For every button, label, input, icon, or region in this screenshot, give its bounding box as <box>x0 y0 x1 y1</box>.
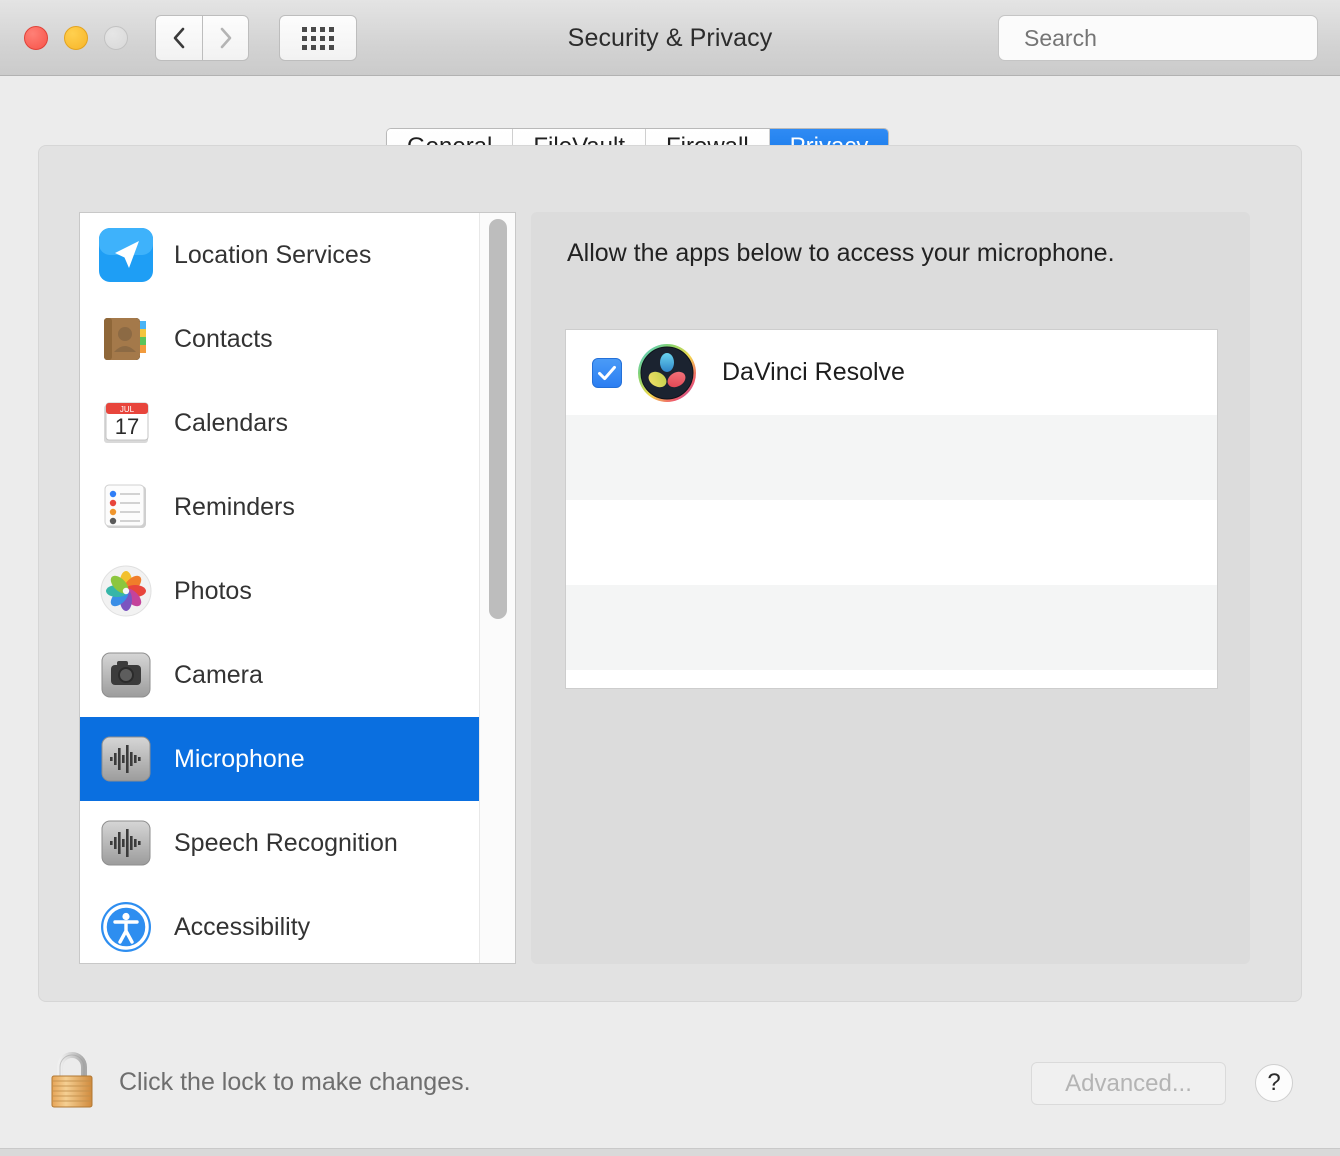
microphone-icon <box>98 731 154 787</box>
reminders-icon <box>98 479 154 535</box>
calendar-day-label: 17 <box>115 414 139 439</box>
sidebar-item-label: Reminders <box>174 492 295 521</box>
sidebar-item-speech-recognition[interactable]: Speech Recognition <box>80 801 515 885</box>
accessibility-icon <box>98 899 154 955</box>
advanced-button[interactable]: Advanced... <box>1031 1062 1226 1105</box>
sidebar-item-accessibility[interactable]: Accessibility <box>80 885 515 963</box>
sidebar-item-location-services[interactable]: Location Services <box>80 213 515 297</box>
sidebar-item-calendars[interactable]: JUL 17 Calendars <box>80 381 515 465</box>
sidebar-scrollbar[interactable] <box>479 213 515 963</box>
window-titlebar: Security & Privacy <box>0 0 1340 76</box>
app-permission-list: DaVinci Resolve <box>565 329 1218 689</box>
sidebar-item-microphone[interactable]: Microphone <box>80 717 515 801</box>
calendar-month-label: JUL <box>120 405 135 414</box>
sidebar-item-label: Photos <box>174 576 252 605</box>
sidebar-scrollbar-thumb[interactable] <box>489 219 507 619</box>
table-row-empty <box>566 670 1217 688</box>
table-row-empty <box>566 415 1217 500</box>
sidebar-item-photos[interactable]: Photos <box>80 549 515 633</box>
location-services-icon <box>98 227 154 283</box>
table-row[interactable]: DaVinci Resolve <box>566 330 1217 415</box>
detail-caption: Allow the apps below to access your micr… <box>567 239 1115 267</box>
sidebar-item-label: Location Services <box>174 240 372 269</box>
sidebar-item-label: Calendars <box>174 408 288 437</box>
sidebar-item-reminders[interactable]: Reminders <box>80 465 515 549</box>
davinci-resolve-icon <box>638 343 696 402</box>
app-permission-checkbox[interactable] <box>592 357 622 388</box>
table-row-empty <box>566 500 1217 585</box>
camera-icon <box>98 647 154 703</box>
help-button[interactable]: ? <box>1255 1064 1293 1102</box>
photos-icon <box>98 563 154 619</box>
sidebar-item-label: Contacts <box>174 324 273 353</box>
sidebar-item-camera[interactable]: Camera <box>80 633 515 717</box>
app-name-label: DaVinci Resolve <box>722 358 905 386</box>
sidebar-item-contacts[interactable]: Contacts <box>80 297 515 381</box>
sidebar-item-label: Microphone <box>174 744 305 773</box>
search-field[interactable] <box>998 15 1320 61</box>
contacts-icon <box>98 311 154 367</box>
table-row-empty <box>566 585 1217 670</box>
search-input[interactable] <box>1024 24 1320 52</box>
sidebar-item-label: Camera <box>174 660 263 689</box>
lock-closed-icon[interactable] <box>44 1047 100 1109</box>
privacy-panel: Location Services Contacts JUL 17 Calend… <box>38 145 1302 1002</box>
sidebar-item-label: Speech Recognition <box>174 828 398 857</box>
check-icon <box>598 365 616 380</box>
privacy-category-list: Location Services Contacts JUL 17 Calend… <box>79 212 516 964</box>
security-privacy-window: Security & Privacy General FileVault Fir… <box>0 0 1340 1156</box>
calendars-icon: JUL 17 <box>98 395 154 451</box>
speech-recognition-icon <box>98 815 154 871</box>
window-bottom-edge <box>0 1148 1340 1156</box>
microphone-detail-pane: Allow the apps below to access your micr… <box>531 212 1250 964</box>
lock-message: Click the lock to make changes. <box>119 1068 471 1096</box>
sidebar-item-label: Accessibility <box>174 912 311 941</box>
